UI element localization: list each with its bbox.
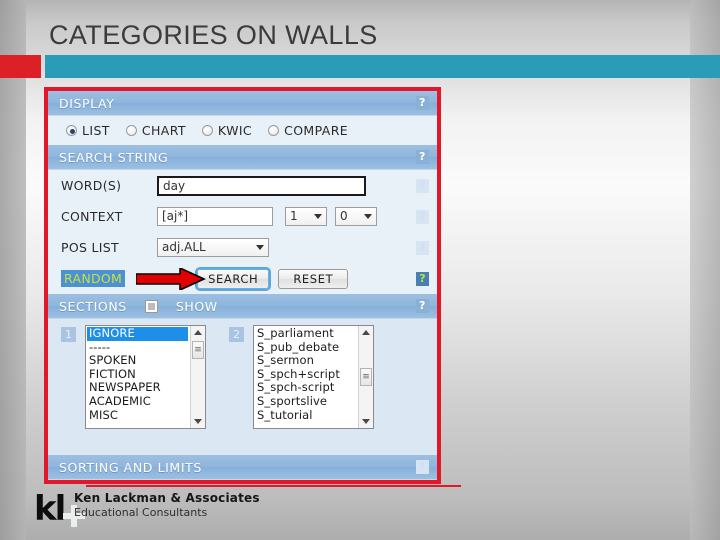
words-label: WORD(S) <box>61 178 122 193</box>
sorting-help-icon[interactable]: ? <box>416 460 429 474</box>
show-checkbox[interactable] <box>144 299 158 313</box>
pos-list-row: POS LIST adj.ALL ? <box>48 232 437 263</box>
title-accent-red <box>0 55 41 78</box>
list-item[interactable]: S_parliament <box>257 326 373 341</box>
radio-option-list[interactable]: LIST <box>66 123 110 138</box>
display-options-row: LIST CHART KWIC COMPARE <box>48 116 437 145</box>
sections-list-1: IGNORE ----- SPOKEN FICTION NEWSPAPER AC… <box>86 326 205 422</box>
random-help-icon[interactable]: ? <box>416 271 429 286</box>
listbox-1-scrollbar[interactable]: ≡ <box>190 326 205 428</box>
list-item[interactable]: S_pub_debate <box>257 340 373 355</box>
radio-option-compare[interactable]: COMPARE <box>268 123 348 138</box>
sections-section-header: SECTIONS SHOW ? <box>48 294 437 319</box>
sections-help-icon[interactable]: ? <box>416 299 429 313</box>
list-item[interactable]: S_spch-script <box>257 381 373 395</box>
context-help-icon[interactable]: ? <box>416 209 429 224</box>
sections-listbox-1[interactable]: IGNORE ----- SPOKEN FICTION NEWSPAPER AC… <box>85 325 206 429</box>
radio-label-chart: CHART <box>141 123 186 138</box>
random-link[interactable]: RANDOM <box>61 270 126 287</box>
pos-list-select[interactable]: adj.ALL <box>157 238 269 257</box>
radio-option-kwic[interactable]: KWIC <box>201 123 253 138</box>
pos-list-label: POS LIST <box>61 240 119 255</box>
sections-listbox-2[interactable]: S_parliament S_pub_debate S_sermon S_spc… <box>253 325 374 429</box>
chevron-down-icon <box>314 214 322 219</box>
footer-company-name: Ken Lackman & Associates <box>74 491 260 505</box>
radio-label-compare: COMPARE <box>284 123 349 138</box>
scroll-down-icon[interactable] <box>359 415 373 428</box>
radio-label-list: LIST <box>82 123 110 138</box>
list-item[interactable]: MISC <box>89 408 205 423</box>
scroll-up-icon[interactable] <box>359 326 373 339</box>
red-arrow-annotation-icon <box>135 266 206 292</box>
company-logo: kl <box>34 489 66 529</box>
list-item[interactable]: ACADEMIC <box>89 394 205 409</box>
list-item[interactable]: S_sportslive <box>257 394 373 409</box>
scrollbar-thumb[interactable]: ≡ <box>192 341 204 359</box>
radio-icon-chart[interactable] <box>125 125 137 136</box>
display-header-label: DISPLAY <box>59 95 115 111</box>
display-help-icon[interactable]: ? <box>416 96 429 110</box>
list-item[interactable]: S_tutorial <box>257 408 373 423</box>
radio-icon-compare[interactable] <box>268 125 280 136</box>
search-string-header-label: SEARCH STRING <box>59 149 169 165</box>
page-title: CATEGORIES ON WALLS <box>49 20 378 50</box>
search-button[interactable]: SEARCH <box>195 266 272 291</box>
search-string-section-header: SEARCH STRING ? <box>48 145 437 170</box>
context-left-span-select[interactable]: 1 <box>285 207 327 226</box>
footer-subtitle: Educational Consultants <box>74 506 208 519</box>
chevron-down-icon <box>364 214 372 219</box>
context-label: CONTEXT <box>61 209 123 224</box>
list-badge-2: 2 <box>229 327 244 342</box>
sorting-section-header: SORTING AND LIMITS ? <box>48 455 437 480</box>
display-section-header: DISPLAY ? <box>48 91 437 116</box>
scrollbar-thumb[interactable]: ≡ <box>360 368 372 386</box>
corpus-search-app-screenshot: DISPLAY ? LIST CHART KWIC COMPARE SEARCH… <box>44 87 441 484</box>
search-actions-row: RANDOM SEARCH RESET ? <box>48 263 437 294</box>
words-input[interactable]: day <box>157 175 366 196</box>
radio-icon-kwic[interactable] <box>201 125 213 136</box>
list-badge-1: 1 <box>61 327 76 342</box>
radio-label-kwic: KWIC <box>217 123 253 138</box>
context-input[interactable]: [aj*] <box>157 207 273 226</box>
list-item[interactable]: IGNORE <box>87 326 188 341</box>
scroll-up-icon[interactable] <box>191 326 205 339</box>
list-item[interactable]: S_spch+script <box>257 367 373 382</box>
list-item[interactable]: SPOKEN <box>89 354 205 368</box>
list-item[interactable]: ----- <box>89 340 205 355</box>
radio-icon-list[interactable] <box>66 125 77 136</box>
radio-option-chart[interactable]: CHART <box>125 123 186 138</box>
sections-header-label: SECTIONS <box>59 298 127 314</box>
chevron-down-icon <box>256 245 264 250</box>
list-item[interactable]: FICTION <box>89 367 205 382</box>
footer-divider <box>86 485 461 487</box>
words-row: WORD(S) day ? <box>48 170 437 201</box>
search-string-help-icon[interactable]: ? <box>416 150 429 164</box>
sections-lists-area: 1 IGNORE ----- SPOKEN FICTION NEWSPAPER … <box>48 319 437 432</box>
list-item[interactable]: NEWSPAPER <box>89 381 205 395</box>
show-label: SHOW <box>175 298 218 314</box>
reset-button[interactable]: RESET <box>278 268 349 289</box>
context-row: CONTEXT [aj*] 1 0 ? <box>48 201 437 232</box>
pos-list-value: adj.ALL <box>162 240 206 254</box>
listbox-2-scrollbar[interactable]: ≡ <box>358 326 373 428</box>
scroll-down-icon[interactable] <box>191 415 205 428</box>
context-right-span-select[interactable]: 0 <box>335 207 377 226</box>
list-item[interactable]: S_sermon <box>257 354 373 368</box>
words-help-icon[interactable]: ? <box>416 178 429 193</box>
context-right-span-value: 0 <box>340 209 348 223</box>
sections-list-2: S_parliament S_pub_debate S_sermon S_spc… <box>254 326 373 422</box>
context-left-span-value: 1 <box>290 209 298 223</box>
sorting-header-label: SORTING AND LIMITS <box>59 459 202 475</box>
title-accent-teal <box>45 55 720 78</box>
pos-list-help-icon[interactable]: ? <box>416 240 429 255</box>
